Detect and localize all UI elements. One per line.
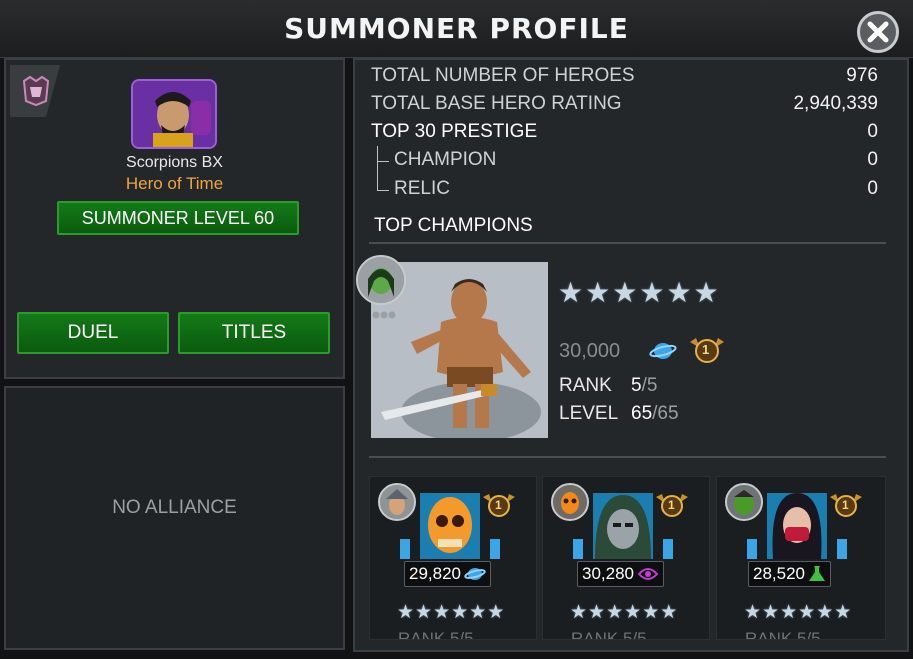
- duel-button[interactable]: DUEL: [17, 312, 169, 354]
- champion-card[interactable]: 1 28,520 ★ ★ ★ ★ ★ ★ RANK 5/5: [716, 476, 886, 640]
- card-star-rating: ★ ★ ★ ★ ★ ★: [570, 601, 677, 624]
- ascension-level: 1: [668, 498, 675, 512]
- featured-star-rating: ★ ★ ★ ★ ★ ★: [558, 276, 719, 309]
- star-icon: ★: [816, 602, 834, 623]
- close-button[interactable]: [857, 11, 899, 53]
- top-champions-heading: TOP CHAMPIONS: [374, 215, 533, 236]
- champion-rating: 30,280: [577, 561, 664, 587]
- star-icon: ★: [487, 602, 505, 623]
- ascension-level: 1: [495, 498, 502, 512]
- rank-label: RANK: [559, 375, 612, 396]
- summoner-name: Scorpions BX: [126, 154, 223, 171]
- featured-champion-mini-portrait: [356, 255, 406, 305]
- no-alliance-label: NO ALLIANCE: [112, 497, 237, 518]
- ascension-level: 1: [842, 498, 849, 512]
- star-icon: ★: [451, 602, 469, 623]
- card-rank: RANK 5/5: [745, 629, 821, 640]
- total-heroes-label: TOTAL NUMBER OF HEROES: [371, 65, 635, 86]
- relic-prestige-value: 0: [867, 178, 878, 199]
- champion-rating: 28,520: [748, 561, 831, 587]
- ascension-badge-icon: 1: [829, 491, 863, 521]
- tree-branch: [377, 161, 389, 162]
- star-icon: ★: [558, 277, 584, 308]
- star-icon: ★: [624, 602, 642, 623]
- cosmic-icon: [649, 340, 677, 362]
- tree-branch: [377, 190, 389, 191]
- star-icon: ★: [762, 602, 780, 623]
- science-icon: [809, 566, 825, 581]
- section-divider: [369, 242, 886, 244]
- page-title: SUMMONER PROFILE: [284, 12, 629, 45]
- star-icon: ★: [433, 602, 451, 623]
- star-icon: ★: [639, 277, 665, 308]
- mystic-icon: [637, 568, 659, 580]
- sig-dots-icon: [372, 306, 396, 319]
- featured-rating: 30,000: [559, 340, 621, 362]
- champion-card[interactable]: 1 30,280 ★ ★ ★ ★ ★ ★ RANK 5/5: [542, 476, 710, 640]
- level-label: LEVEL: [559, 403, 619, 424]
- star-icon: ★: [834, 602, 852, 623]
- titles-button[interactable]: TITLES: [178, 312, 330, 354]
- relic-prestige-label: RELIC: [394, 178, 450, 199]
- rank-value: 5/5: [631, 375, 658, 396]
- base-rating-value: 2,940,339: [793, 93, 878, 114]
- star-icon: ★: [744, 602, 762, 623]
- star-icon: ★: [469, 602, 487, 623]
- prestige-value: 0: [867, 121, 878, 142]
- champion-prestige-label: CHAMPION: [394, 149, 497, 170]
- star-icon: ★: [642, 602, 660, 623]
- champion-mini-portrait: [551, 483, 589, 521]
- star-icon: ★: [693, 277, 719, 308]
- card-star-rating: ★ ★ ★ ★ ★ ★: [744, 601, 851, 624]
- section-divider: [369, 456, 886, 458]
- star-icon: ★: [588, 602, 606, 623]
- close-icon: [867, 21, 889, 43]
- ascension-level: 1: [702, 342, 710, 357]
- star-icon: ★: [606, 602, 624, 623]
- star-icon: ★: [780, 602, 798, 623]
- summoner-title: Hero of Time: [125, 174, 224, 193]
- champion-card[interactable]: 1 29,820 ★ ★ ★ ★ ★ ★ RANK 5/5: [369, 476, 537, 640]
- ascension-badge-icon: 1: [688, 334, 726, 368]
- level-value: 65/65: [631, 403, 679, 424]
- star-icon: ★: [585, 277, 611, 308]
- champion-prestige-value: 0: [867, 149, 878, 170]
- star-icon: ★: [612, 277, 638, 308]
- ascension-badge-icon: 1: [655, 491, 689, 521]
- prestige-label: TOP 30 PRESTIGE: [371, 121, 538, 142]
- summoner-level-button[interactable]: SUMMONER LEVEL 60: [57, 201, 299, 235]
- star-icon: ★: [798, 602, 816, 623]
- tree-connector: [377, 146, 378, 190]
- card-rank: RANK 5/5: [398, 629, 474, 640]
- ascension-badge-icon: 1: [482, 491, 516, 521]
- champion-mini-portrait: [378, 483, 416, 521]
- star-icon: ★: [397, 602, 415, 623]
- base-rating-label: TOTAL BASE HERO RATING: [371, 93, 622, 114]
- star-icon: ★: [660, 602, 678, 623]
- card-star-rating: ★ ★ ★ ★ ★ ★: [397, 601, 504, 624]
- card-rank: RANK 5/5: [571, 629, 647, 640]
- champion-mini-portrait: [725, 483, 763, 521]
- cosmic-icon: [464, 568, 486, 580]
- star-icon: ★: [415, 602, 433, 623]
- star-icon: ★: [570, 602, 588, 623]
- summoner-avatar[interactable]: [131, 79, 217, 149]
- star-icon: ★: [666, 277, 692, 308]
- total-heroes-value: 976: [846, 65, 878, 86]
- champion-rating: 29,820: [404, 561, 491, 587]
